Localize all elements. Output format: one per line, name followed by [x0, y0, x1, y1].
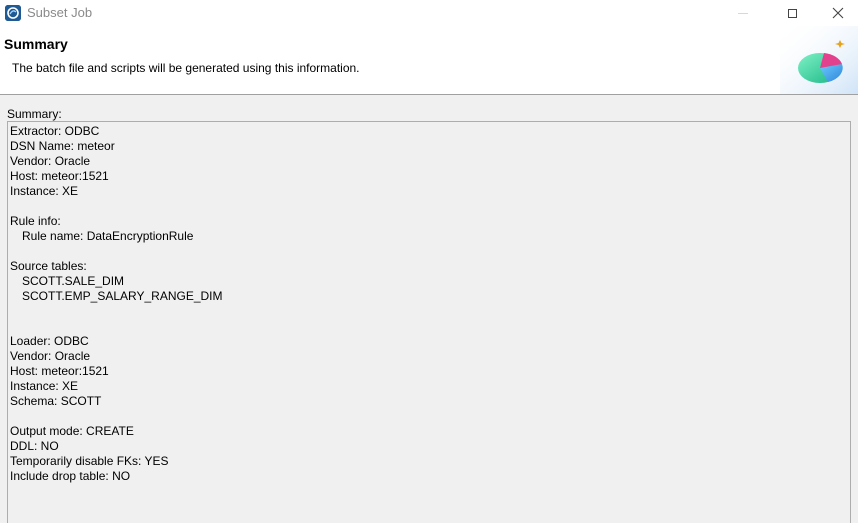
minimize-icon	[738, 12, 748, 14]
title-bar: Subset Job	[0, 0, 858, 26]
maximize-button[interactable]	[769, 0, 815, 26]
source-table-item: SCOTT.SALE_DIM	[22, 274, 125, 288]
page-description: The batch file and scripts will be gener…	[12, 61, 360, 75]
summary-line: Schema: SCOTT	[10, 394, 102, 408]
wizard-header: Summary The batch file and scripts will …	[0, 26, 858, 95]
summary-line: DDL: NO	[10, 439, 59, 453]
summary-line: Temporarily disable FKs: YES	[10, 454, 169, 468]
summary-line: Vendor: Oracle	[10, 154, 91, 168]
summary-line: Instance: XE	[10, 379, 79, 393]
summary-panel: Summary: Extractor: ODBC DSN Name: meteo…	[0, 95, 858, 523]
summary-blank-line	[10, 409, 850, 424]
maximize-icon	[787, 8, 797, 18]
summary-line: Include drop table: NO	[10, 469, 131, 483]
app-logo-icon	[5, 5, 21, 21]
summary-label: Summary:	[7, 107, 62, 121]
summary-line: Output mode: CREATE	[10, 424, 134, 438]
close-icon	[832, 7, 844, 19]
summary-line: Vendor: Oracle	[10, 349, 91, 363]
close-button[interactable]	[815, 0, 858, 26]
page-title: Summary	[4, 36, 68, 52]
summary-line: Host: meteor:1521	[10, 364, 109, 378]
minimize-button[interactable]	[720, 0, 766, 26]
summary-line: DSN Name: meteor	[10, 139, 115, 153]
summary-blank-line	[10, 304, 850, 319]
summary-line: Loader: ODBC	[10, 334, 89, 348]
summary-blank-line	[10, 319, 850, 334]
source-table-item: SCOTT.EMP_SALARY_RANGE_DIM	[22, 289, 223, 303]
window-title: Subset Job	[27, 5, 93, 20]
summary-line: Instance: XE	[10, 184, 79, 198]
summary-line: Extractor: ODBC	[10, 124, 100, 138]
summary-blank-line	[10, 244, 850, 259]
summary-line: Rule name: DataEncryptionRule	[22, 229, 194, 243]
summary-line: Host: meteor:1521	[10, 169, 109, 183]
summary-blank-line	[10, 199, 850, 214]
wizard-banner-graphic	[780, 26, 858, 94]
summary-text-area[interactable]: Extractor: ODBC DSN Name: meteor Vendor:…	[7, 121, 851, 523]
summary-line: Rule info:	[10, 214, 61, 228]
summary-line: Source tables:	[10, 259, 87, 273]
